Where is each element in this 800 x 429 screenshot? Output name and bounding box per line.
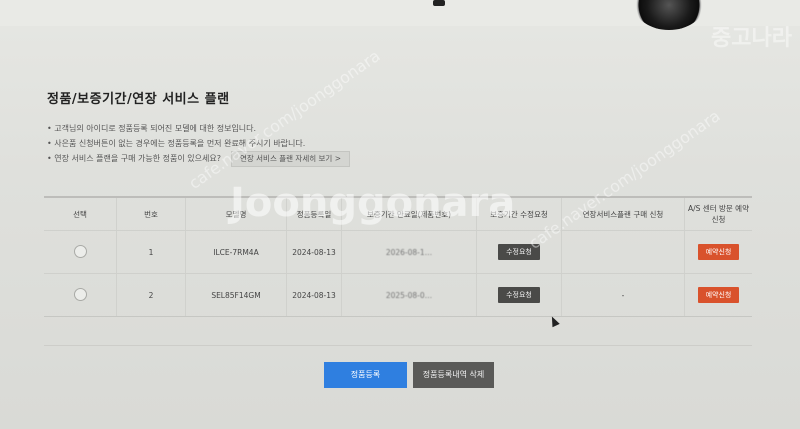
watermark-text: cafe.naver.com/joonggonara <box>185 46 384 193</box>
watermark-logo: Joonggonara <box>230 180 516 226</box>
notice-item: • 고객님의 아이디로 정품등록 되어진 모델에 대한 정보입니다. <box>47 124 257 133</box>
row-reg-date: 2024-08-13 <box>286 230 342 274</box>
row-number: 2 <box>116 273 186 317</box>
table-row: 2 SEL85F14GM 2024-08-13 2025-08-0… 수정요청 … <box>44 273 752 317</box>
reserve-button[interactable]: 예약신청 <box>697 287 740 303</box>
row-expiry: 2025-08-0… <box>341 273 477 317</box>
delete-history-button[interactable]: 정품등록내역 삭제 <box>413 362 494 388</box>
register-button[interactable]: 정품등록 <box>324 362 407 388</box>
notice-list: • 고객님의 아이디로 정품등록 되어진 모델에 대한 정보입니다. • 사은품… <box>47 121 350 167</box>
col-select: 선택 <box>44 196 117 231</box>
notice-text: • 연장 서비스 플랜을 구매 가능한 정품이 있으세요? <box>47 154 221 163</box>
select-radio[interactable] <box>73 287 87 301</box>
row-number: 1 <box>116 230 186 274</box>
col-as-reserve: A/S 센터 방문 예약 신청 <box>684 196 752 231</box>
notice-item: • 사은품 신청버튼이 없는 경우에는 정품등록을 먼저 완료해 주시기 바랍니… <box>47 139 306 148</box>
reserve-button[interactable]: 예약신청 <box>697 244 740 260</box>
edit-request-button[interactable]: 수정요청 <box>498 287 540 303</box>
row-plan: - <box>561 273 685 317</box>
row-model: SEL85F14GM <box>185 273 287 317</box>
select-radio[interactable] <box>73 244 87 258</box>
row-reg-date: 2024-08-13 <box>286 273 342 317</box>
watermark-corner: 중고나라 <box>711 26 792 51</box>
table-row: 1 ILCE-7RM4A 2024-08-13 2026-08-1… 수정요청 … <box>44 230 752 274</box>
col-number: 번호 <box>116 196 186 231</box>
divider <box>44 345 752 346</box>
camera-part-image <box>433 0 445 6</box>
page-title: 정품/보증기간/연장 서비스 플랜 <box>47 92 230 107</box>
row-plan <box>561 230 685 274</box>
row-model: ILCE-7RM4A <box>185 230 287 274</box>
notice-item-plan: • 연장 서비스 플랜을 구매 가능한 정품이 있으세요? 연장 서비스 플랜 … <box>47 150 350 167</box>
row-expiry: 2026-08-1… <box>341 230 477 274</box>
